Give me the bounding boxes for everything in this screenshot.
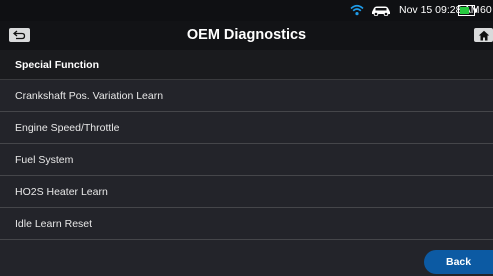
battery-percent: 60 — [480, 4, 492, 16]
status-bar: Nov 15 09:28 AM 60 — [0, 0, 493, 21]
section-header-label: Special Function — [15, 59, 100, 71]
battery-icon — [458, 5, 477, 16]
list-item[interactable]: Engine Speed/Throttle — [0, 112, 493, 144]
car-icon — [372, 6, 390, 16]
list-item[interactable]: HO2S Heater Learn — [0, 176, 493, 208]
page-title: OEM Diagnostics — [186, 27, 307, 43]
list-item-label: Engine Speed/Throttle — [15, 122, 120, 134]
list-item[interactable]: Crankshaft Pos. Variation Learn — [0, 80, 493, 112]
list-item[interactable]: Idle Learn Reset — [0, 208, 493, 240]
list-item-label: Idle Learn Reset — [15, 218, 93, 230]
title-bar: OEM Diagnostics — [0, 21, 493, 50]
list-item-label: Fuel System — [15, 154, 74, 166]
list-item-label: HO2S Heater Learn — [15, 186, 108, 198]
wifi-icon — [350, 4, 364, 16]
list-item-label: Crankshaft Pos. Variation Learn — [15, 90, 164, 102]
back-button[interactable]: Back — [424, 250, 493, 274]
home-button[interactable] — [474, 28, 493, 42]
function-list: Crankshaft Pos. Variation Learn Engine S… — [0, 80, 493, 240]
home-icon — [478, 30, 489, 40]
list-empty-area — [0, 240, 493, 276]
list-item[interactable]: Fuel System — [0, 144, 493, 176]
section-header: Special Function — [0, 50, 493, 80]
